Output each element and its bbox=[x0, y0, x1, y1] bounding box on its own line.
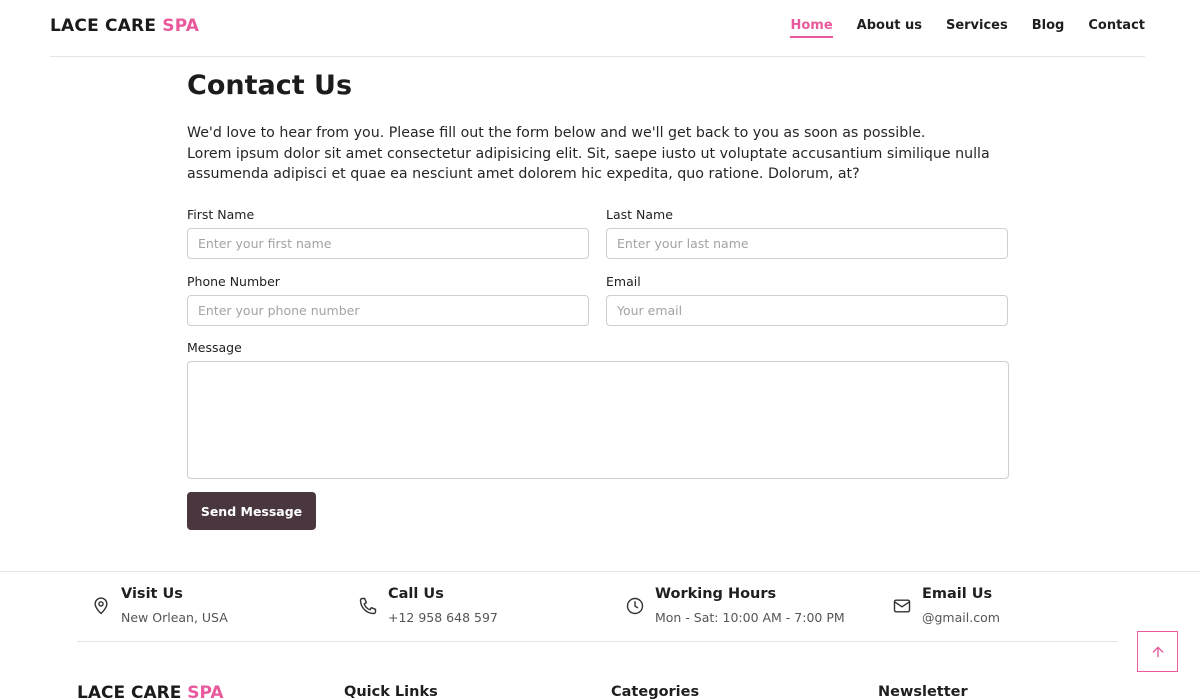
nav-contact[interactable]: Contact bbox=[1088, 18, 1145, 38]
email-label: Email bbox=[606, 274, 641, 289]
message-label: Message bbox=[187, 340, 242, 355]
back-to-top-button[interactable] bbox=[1137, 631, 1178, 672]
email-input[interactable] bbox=[606, 295, 1008, 326]
intro-text: We'd love to hear from you. Please fill … bbox=[187, 123, 1009, 185]
mail-icon bbox=[893, 599, 911, 613]
phone-input[interactable] bbox=[187, 295, 589, 326]
intro-line-1: We'd love to hear from you. Please fill … bbox=[187, 125, 926, 141]
message-group: Message bbox=[187, 340, 1009, 483]
visit-title: Visit Us bbox=[121, 586, 183, 602]
last-name-label: Last Name bbox=[606, 207, 673, 222]
contact-info-row: Visit Us New Orlean, USA Call Us +12 958… bbox=[77, 572, 1118, 642]
first-name-group: First Name bbox=[187, 207, 589, 259]
footer-brand-accent: SPA bbox=[187, 683, 224, 700]
last-name-input[interactable] bbox=[606, 228, 1008, 259]
email-text: @gmail.com bbox=[922, 610, 1000, 625]
site-logo[interactable]: LACE CARE SPA bbox=[50, 16, 199, 36]
map-pin-icon bbox=[94, 597, 108, 615]
main-nav: Home About us Services Blog Contact bbox=[790, 18, 1145, 38]
last-name-group: Last Name bbox=[606, 207, 1008, 259]
contact-section: Contact Us We'd love to hear from you. P… bbox=[187, 70, 1009, 530]
nav-about[interactable]: About us bbox=[857, 18, 922, 38]
footer-logo[interactable]: LACE CARE SPA bbox=[77, 683, 224, 700]
brand-name: LACE CARE bbox=[50, 16, 157, 36]
message-textarea[interactable] bbox=[187, 361, 1009, 479]
call-text: +12 958 648 597 bbox=[388, 610, 498, 625]
hours-title: Working Hours bbox=[655, 586, 777, 602]
call-title: Call Us bbox=[388, 586, 444, 602]
phone-label: Phone Number bbox=[187, 274, 280, 289]
page-title: Contact Us bbox=[187, 70, 353, 101]
contact-info-bar: Visit Us New Orlean, USA Call Us +12 958… bbox=[0, 571, 1200, 642]
nav-home[interactable]: Home bbox=[790, 18, 833, 38]
footer-brand-name: LACE CARE bbox=[77, 683, 182, 700]
visit-text: New Orlean, USA bbox=[121, 610, 228, 625]
phone-icon bbox=[359, 597, 377, 615]
phone-group: Phone Number bbox=[187, 274, 589, 326]
send-message-button[interactable]: Send Message bbox=[187, 492, 316, 530]
site-footer: LACE CARE SPA Quick Links Categories New… bbox=[77, 683, 1118, 700]
clock-icon bbox=[626, 597, 644, 615]
footer-newsletter-heading: Newsletter bbox=[878, 684, 968, 700]
first-name-label: First Name bbox=[187, 207, 255, 222]
email-group: Email bbox=[606, 274, 1008, 326]
footer-categories-heading: Categories bbox=[611, 684, 700, 700]
nav-services[interactable]: Services bbox=[946, 18, 1008, 38]
arrow-up-icon bbox=[1152, 646, 1163, 657]
hours-text: Mon - Sat: 10:00 AM - 7:00 PM bbox=[655, 610, 845, 625]
first-name-input[interactable] bbox=[187, 228, 589, 259]
brand-accent: SPA bbox=[162, 16, 200, 36]
nav-blog[interactable]: Blog bbox=[1032, 18, 1065, 38]
email-title: Email Us bbox=[922, 586, 993, 602]
site-header: LACE CARE SPA Home About us Services Blo… bbox=[50, 0, 1145, 57]
page: LACE CARE SPA Home About us Services Blo… bbox=[0, 0, 1200, 700]
footer-quick-links-heading: Quick Links bbox=[344, 684, 438, 700]
intro-line-2: Lorem ipsum dolor sit amet consectetur a… bbox=[187, 145, 990, 183]
